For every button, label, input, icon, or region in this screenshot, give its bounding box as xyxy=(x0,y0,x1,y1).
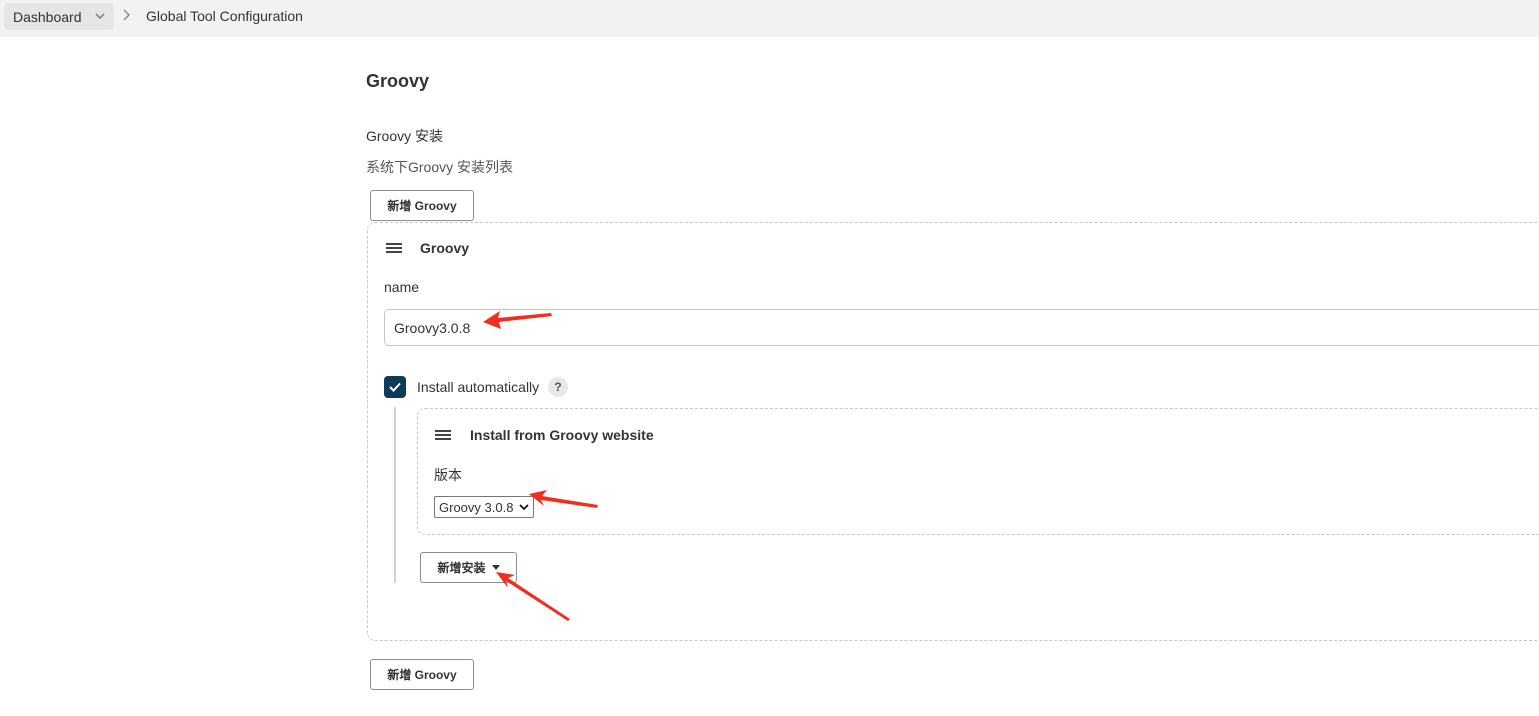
add-groovy-button-bottom[interactable]: 新增 Groovy xyxy=(370,659,474,690)
add-groovy-button-top[interactable]: 新增 Groovy xyxy=(370,190,474,221)
name-input[interactable] xyxy=(384,309,1539,346)
drag-handle-icon[interactable] xyxy=(435,430,451,441)
nested-section-line xyxy=(394,407,396,583)
section-title: Groovy xyxy=(366,71,430,91)
add-installer-button[interactable]: 新增安装 xyxy=(420,552,517,583)
name-label: name xyxy=(384,279,420,295)
chevron-down-icon[interactable] xyxy=(94,10,106,22)
version-select[interactable]: Groovy 3.0.8 xyxy=(434,496,534,518)
breadcrumb-global-tool-configuration[interactable]: Global Tool Configuration xyxy=(146,8,303,24)
breadcrumb-bar: Dashboard Global Tool Configuration xyxy=(0,0,1539,37)
install-automatically-checkbox[interactable] xyxy=(384,376,406,398)
add-installer-label: 新增安装 xyxy=(437,561,486,575)
installer-title: Install from Groovy website xyxy=(470,427,654,443)
chevron-right-icon xyxy=(123,9,130,21)
breadcrumb-dashboard[interactable]: Dashboard xyxy=(4,3,114,30)
installations-label: Groovy 安装 xyxy=(366,128,444,144)
checkmark-icon xyxy=(389,382,401,392)
caret-down-icon xyxy=(491,565,500,570)
version-label: 版本 xyxy=(434,467,462,483)
drag-handle-icon[interactable] xyxy=(386,243,402,254)
chevron-down-icon xyxy=(519,504,529,511)
version-select-value: Groovy 3.0.8 xyxy=(439,499,514,515)
help-icon[interactable]: ? xyxy=(548,377,568,397)
installation-title: Groovy xyxy=(420,240,470,256)
install-automatically-label[interactable]: Install automatically xyxy=(417,379,539,395)
breadcrumb-dashboard-label[interactable]: Dashboard xyxy=(13,9,82,25)
installations-description: 系统下Groovy 安装列表 xyxy=(366,159,514,175)
